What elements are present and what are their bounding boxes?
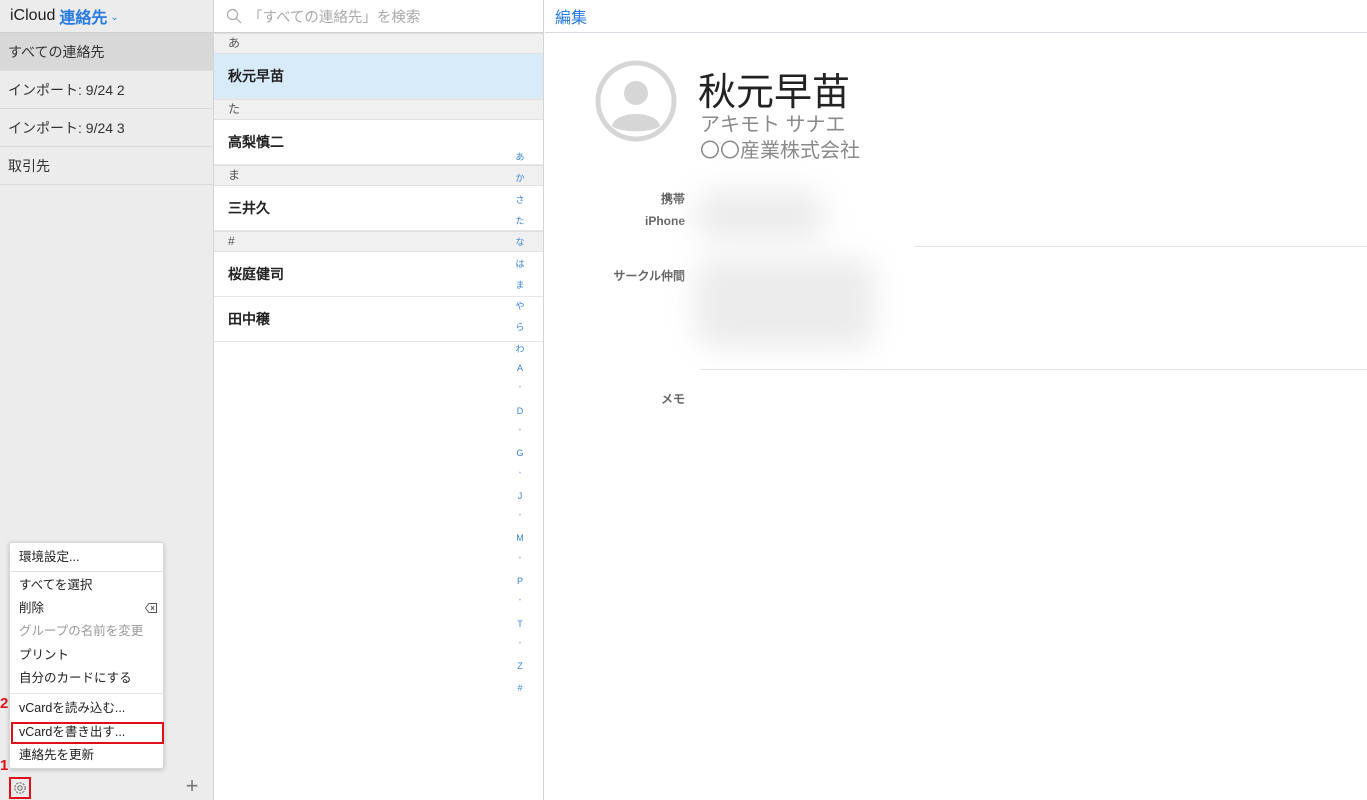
- divider: [700, 369, 1367, 370]
- avatar-icon: [595, 60, 677, 142]
- index-letter[interactable]: D: [505, 406, 535, 416]
- menu-item-label: 削除: [19, 601, 45, 615]
- index-letter[interactable]: ら: [505, 320, 535, 333]
- menu-item-print[interactable]: プリント: [10, 644, 165, 667]
- index-letter[interactable]: は: [505, 257, 535, 270]
- group-all-contacts[interactable]: すべての連絡先: [0, 33, 213, 71]
- memo-label: メモ: [660, 392, 685, 406]
- section-header: ま: [214, 165, 543, 186]
- group-label: インポート: 9/24 2: [8, 81, 125, 98]
- index-letter[interactable]: M: [505, 533, 535, 543]
- index-letter[interactable]: •: [505, 555, 535, 562]
- group-business[interactable]: 取引先: [0, 147, 213, 185]
- contact-list: 「すべての連絡先」を検索 あ 秋元早苗 た 高梨慎二 ま 三井久 # 桜庭健司 …: [214, 0, 544, 800]
- index-letter[interactable]: Z: [505, 661, 535, 671]
- index-letter[interactable]: た: [505, 214, 535, 227]
- menu-item-refresh[interactable]: 連絡先を更新: [10, 744, 165, 767]
- blurred-group: [695, 258, 875, 348]
- index-letter[interactable]: •: [505, 384, 535, 391]
- gear-icon: [14, 782, 26, 794]
- settings-menu: 環境設定... すべてを選択 削除 グループの名前を変更 プリント 自分のカード…: [9, 542, 165, 769]
- index-letter[interactable]: T: [505, 619, 535, 629]
- divider: [915, 246, 1367, 247]
- index-letter[interactable]: •: [505, 427, 535, 434]
- search-icon: [226, 8, 242, 24]
- index-letter[interactable]: P: [505, 576, 535, 586]
- add-contact-button[interactable]: +: [182, 774, 202, 798]
- group-import-2[interactable]: インポート: 9/24 3: [0, 109, 213, 147]
- contact-row[interactable]: 高梨慎二: [214, 120, 543, 165]
- index-letter[interactable]: わ: [505, 342, 535, 355]
- menu-item-select-all[interactable]: すべてを選択: [10, 574, 165, 597]
- app-name: iCloud: [10, 7, 56, 24]
- index-letter[interactable]: ま: [505, 278, 535, 291]
- index-letter[interactable]: G: [505, 448, 535, 458]
- highlight-box: [11, 722, 164, 744]
- menu-separator: [10, 693, 165, 694]
- menu-item-delete[interactable]: 削除: [10, 597, 165, 620]
- step-2-marker: 2: [0, 695, 9, 712]
- section-header: #: [214, 231, 543, 252]
- index-letter[interactable]: •: [505, 512, 535, 519]
- menu-separator: [10, 571, 165, 572]
- phone-label: 携帯: [660, 192, 685, 206]
- search-placeholder: 「すべての連絡先」を検索: [248, 9, 421, 26]
- phone-type-label: iPhone: [644, 214, 685, 228]
- search-field[interactable]: 「すべての連絡先」を検索: [214, 0, 543, 33]
- menu-item-make-my-card[interactable]: 自分のカードにする: [10, 667, 165, 690]
- blurred-phone: [695, 190, 825, 240]
- menu-item-import-vcard[interactable]: vCardを読み込む...: [10, 697, 165, 720]
- app-section-menu[interactable]: 連絡先: [59, 4, 107, 28]
- index-letter[interactable]: #: [505, 683, 535, 693]
- menu-item-preferences[interactable]: 環境設定...: [10, 546, 165, 569]
- contact-company: 〇〇産業株式会社: [700, 140, 860, 162]
- delete-key-icon: [145, 603, 157, 613]
- step-1-marker: 1: [0, 757, 9, 774]
- edit-button[interactable]: 編集: [555, 4, 587, 28]
- app-title: iCloud 連絡先 ⌄: [0, 0, 213, 33]
- index-letter[interactable]: か: [505, 171, 535, 184]
- detail-toolbar: 編集: [545, 0, 1367, 33]
- contact-row[interactable]: 三井久: [214, 186, 543, 231]
- index-letter[interactable]: J: [505, 491, 535, 501]
- group-label: インポート: 9/24 3: [8, 119, 125, 136]
- contact-row[interactable]: 秋元早苗: [214, 54, 543, 99]
- settings-gear-button[interactable]: [9, 777, 31, 799]
- index-letter[interactable]: さ: [505, 193, 535, 206]
- contact-detail: 編集 秋元早苗 アキモト サナエ 〇〇産業株式会社 携帯 iPhone サークル…: [545, 0, 1367, 800]
- section-header: あ: [214, 33, 543, 54]
- index-letter[interactable]: •: [505, 597, 535, 604]
- index-letter[interactable]: •: [505, 640, 535, 647]
- contact-row[interactable]: 桜庭健司: [214, 252, 543, 297]
- index-letter[interactable]: •: [505, 470, 535, 477]
- group-label: すべての連絡先: [8, 43, 105, 60]
- group-import-1[interactable]: インポート: 9/24 2: [0, 71, 213, 109]
- index-letter[interactable]: な: [505, 235, 535, 248]
- group-label: 取引先: [8, 157, 50, 174]
- index-letter[interactable]: や: [505, 299, 535, 312]
- section-header: た: [214, 99, 543, 120]
- index-letter[interactable]: A: [505, 363, 535, 373]
- contact-reading: アキモト サナエ: [700, 114, 846, 136]
- contact-row[interactable]: 田中穣: [214, 297, 543, 342]
- menu-item-rename-group: グループの名前を変更: [19, 624, 144, 638]
- chevron-down-icon[interactable]: ⌄: [110, 12, 118, 23]
- group-label: サークル仲間: [613, 269, 685, 283]
- index-letter[interactable]: あ: [505, 150, 535, 163]
